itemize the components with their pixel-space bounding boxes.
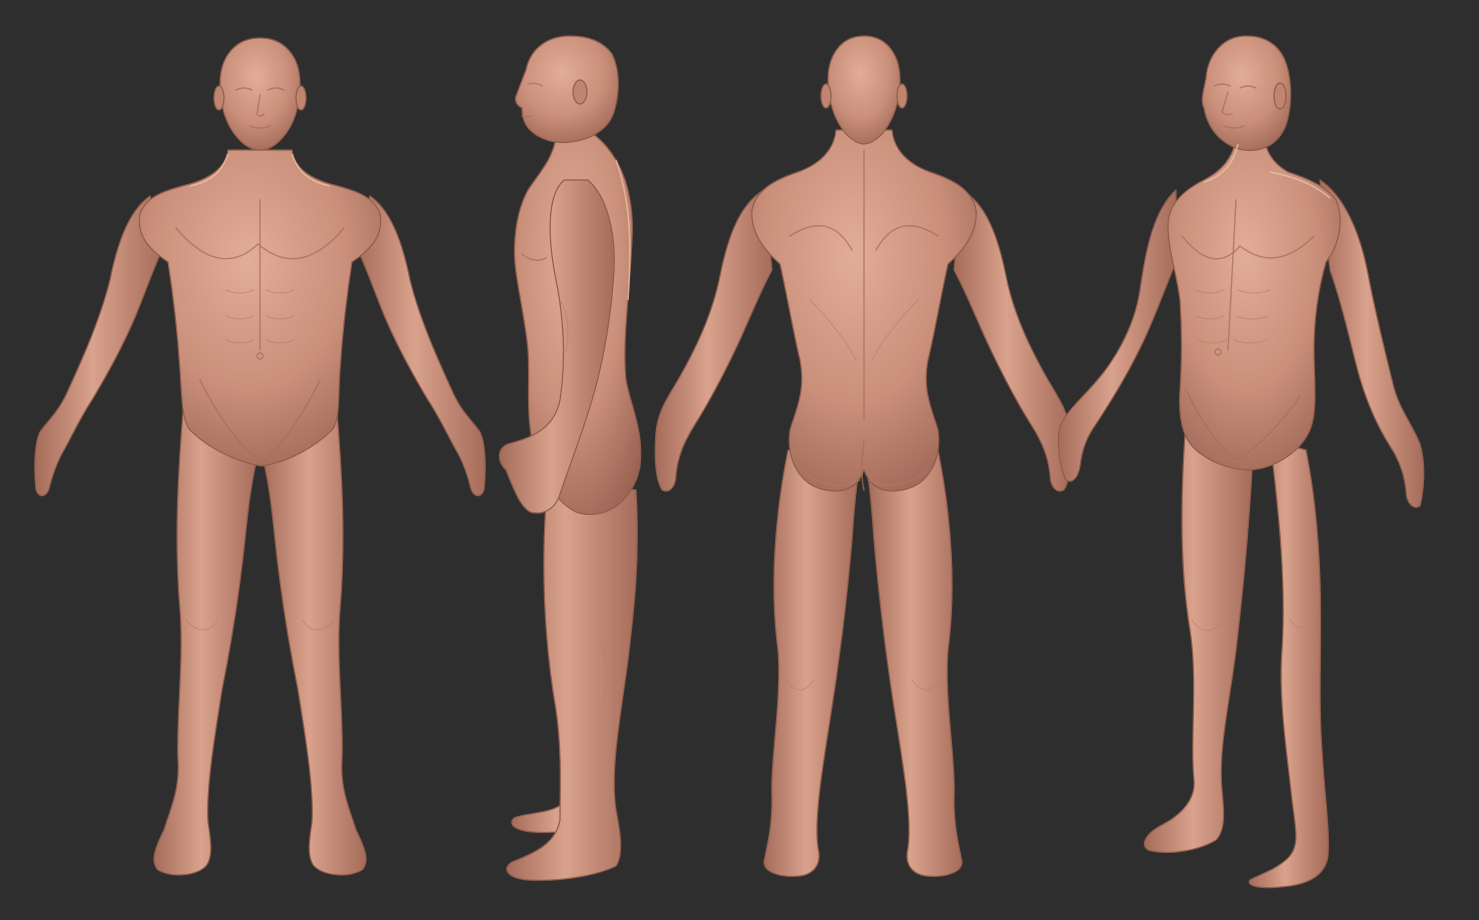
turnaround-canvas bbox=[0, 0, 1479, 920]
sculpt-turnaround-viewport bbox=[0, 0, 1479, 920]
